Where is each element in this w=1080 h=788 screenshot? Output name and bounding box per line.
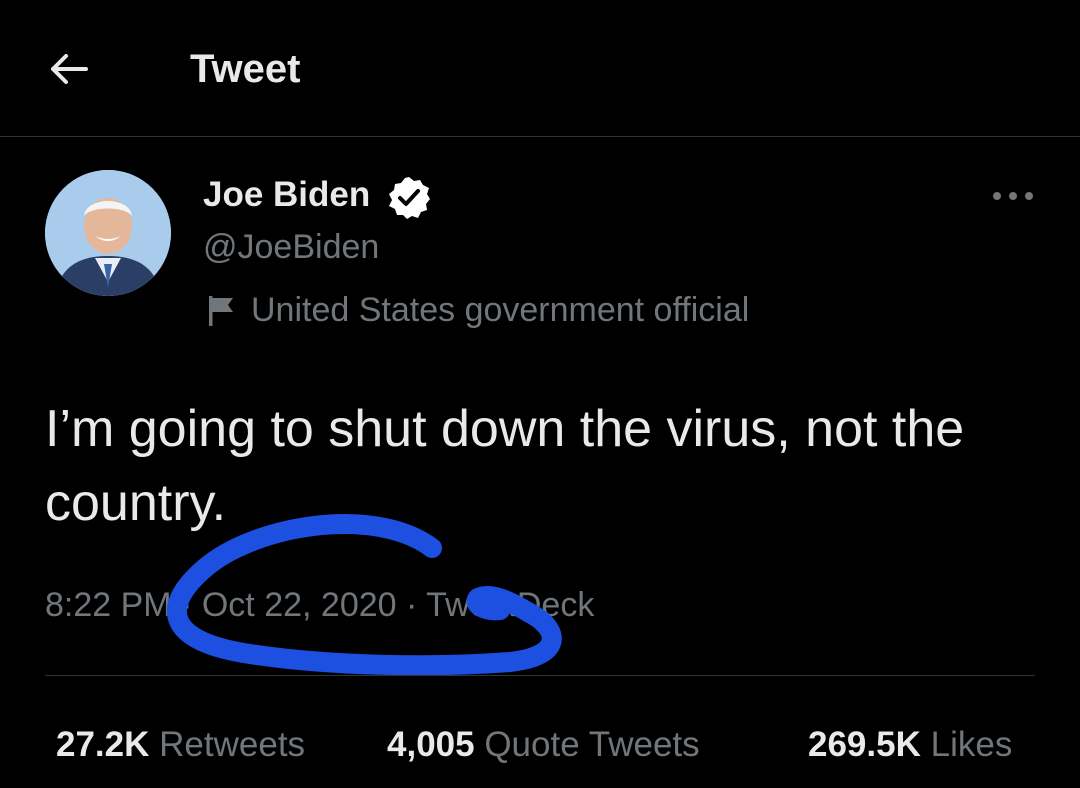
tweet-text: I’m going to shut down the virus, not th… (45, 400, 965, 532)
meta-separator: · (406, 586, 418, 624)
quote-tweets-stat[interactable]: 4,005 Quote Tweets (387, 722, 700, 768)
affiliation-label: United States government official (203, 288, 749, 332)
retweets-label: Retweets (159, 725, 306, 764)
tweet-source[interactable]: TweetDeck (426, 586, 594, 624)
author-handle[interactable]: @JoeBiden (203, 226, 379, 268)
tweet-meta: 8:22 PM · Oct 22, 2020 · TweetDeck (45, 582, 594, 628)
retweets-stat[interactable]: 27.2K Retweets (56, 722, 305, 768)
more-horizontal-icon (993, 192, 1033, 200)
tweet-time[interactable]: 8:22 PM (45, 586, 172, 624)
quote-tweets-label: Quote Tweets (484, 725, 700, 764)
avatar[interactable] (45, 170, 171, 296)
retweets-count: 27.2K (56, 725, 150, 764)
divider (45, 675, 1035, 676)
back-button[interactable] (44, 46, 94, 92)
likes-stat[interactable]: 269.5K Likes (808, 722, 1012, 768)
affiliation-text: United States government official (251, 290, 750, 329)
arrow-left-icon (51, 54, 88, 84)
verified-badge-icon (389, 177, 430, 219)
flag-icon (209, 296, 233, 326)
more-button[interactable] (988, 176, 1038, 216)
likes-count: 269.5K (808, 725, 921, 764)
page-title: Tweet (190, 47, 301, 91)
author-name[interactable]: Joe Biden (203, 174, 370, 216)
meta-separator: · (181, 586, 193, 624)
quote-tweets-count: 4,005 (387, 725, 475, 764)
likes-label: Likes (930, 725, 1013, 764)
tweet-date[interactable]: Oct 22, 2020 (202, 586, 397, 624)
top-bar: Tweet (0, 0, 1080, 137)
